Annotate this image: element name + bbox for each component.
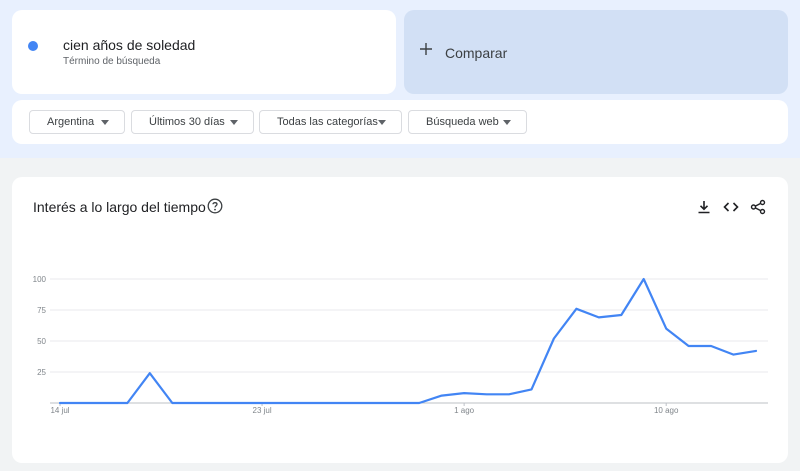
data-point[interactable] xyxy=(79,400,85,406)
data-point[interactable] xyxy=(102,400,108,406)
data-point[interactable] xyxy=(416,400,422,406)
data-point[interactable] xyxy=(596,314,602,320)
data-point[interactable] xyxy=(282,400,288,406)
data-point[interactable] xyxy=(708,343,714,349)
y-tick-label: 50 xyxy=(37,337,46,346)
data-point[interactable] xyxy=(439,393,445,399)
data-point[interactable] xyxy=(259,400,265,406)
data-point[interactable] xyxy=(461,390,467,396)
data-point[interactable] xyxy=(551,336,557,342)
x-tick-label: 1 ago xyxy=(454,406,475,415)
data-point[interactable] xyxy=(731,352,737,358)
data-point[interactable] xyxy=(326,400,332,406)
data-point[interactable] xyxy=(349,400,355,406)
data-point[interactable] xyxy=(371,400,377,406)
data-point[interactable] xyxy=(147,370,153,376)
data-point[interactable] xyxy=(304,400,310,406)
data-point[interactable] xyxy=(57,400,63,406)
data-point[interactable] xyxy=(394,400,400,406)
data-point[interactable] xyxy=(573,306,579,312)
data-point[interactable] xyxy=(618,312,624,318)
y-tick-label: 100 xyxy=(33,275,47,284)
x-tick-label: 23 jul xyxy=(253,406,272,415)
y-tick-label: 25 xyxy=(37,368,46,377)
data-point[interactable] xyxy=(641,276,647,282)
data-point[interactable] xyxy=(686,343,692,349)
y-tick-label: 75 xyxy=(37,306,46,315)
data-point[interactable] xyxy=(237,400,243,406)
data-point[interactable] xyxy=(753,348,759,354)
x-tick-label: 10 ago xyxy=(654,406,679,415)
data-point[interactable] xyxy=(124,400,130,406)
data-point[interactable] xyxy=(506,391,512,397)
data-point[interactable] xyxy=(528,386,534,392)
data-point[interactable] xyxy=(169,400,175,406)
data-point[interactable] xyxy=(192,400,198,406)
data-point[interactable] xyxy=(663,326,669,332)
x-tick-label: 14 jul xyxy=(50,406,69,415)
data-point[interactable] xyxy=(214,400,220,406)
interest-line-chart: 25 50 75 100 14 jul 23 jul 1 ago 10 ago xyxy=(33,275,768,415)
data-point[interactable] xyxy=(484,391,490,397)
